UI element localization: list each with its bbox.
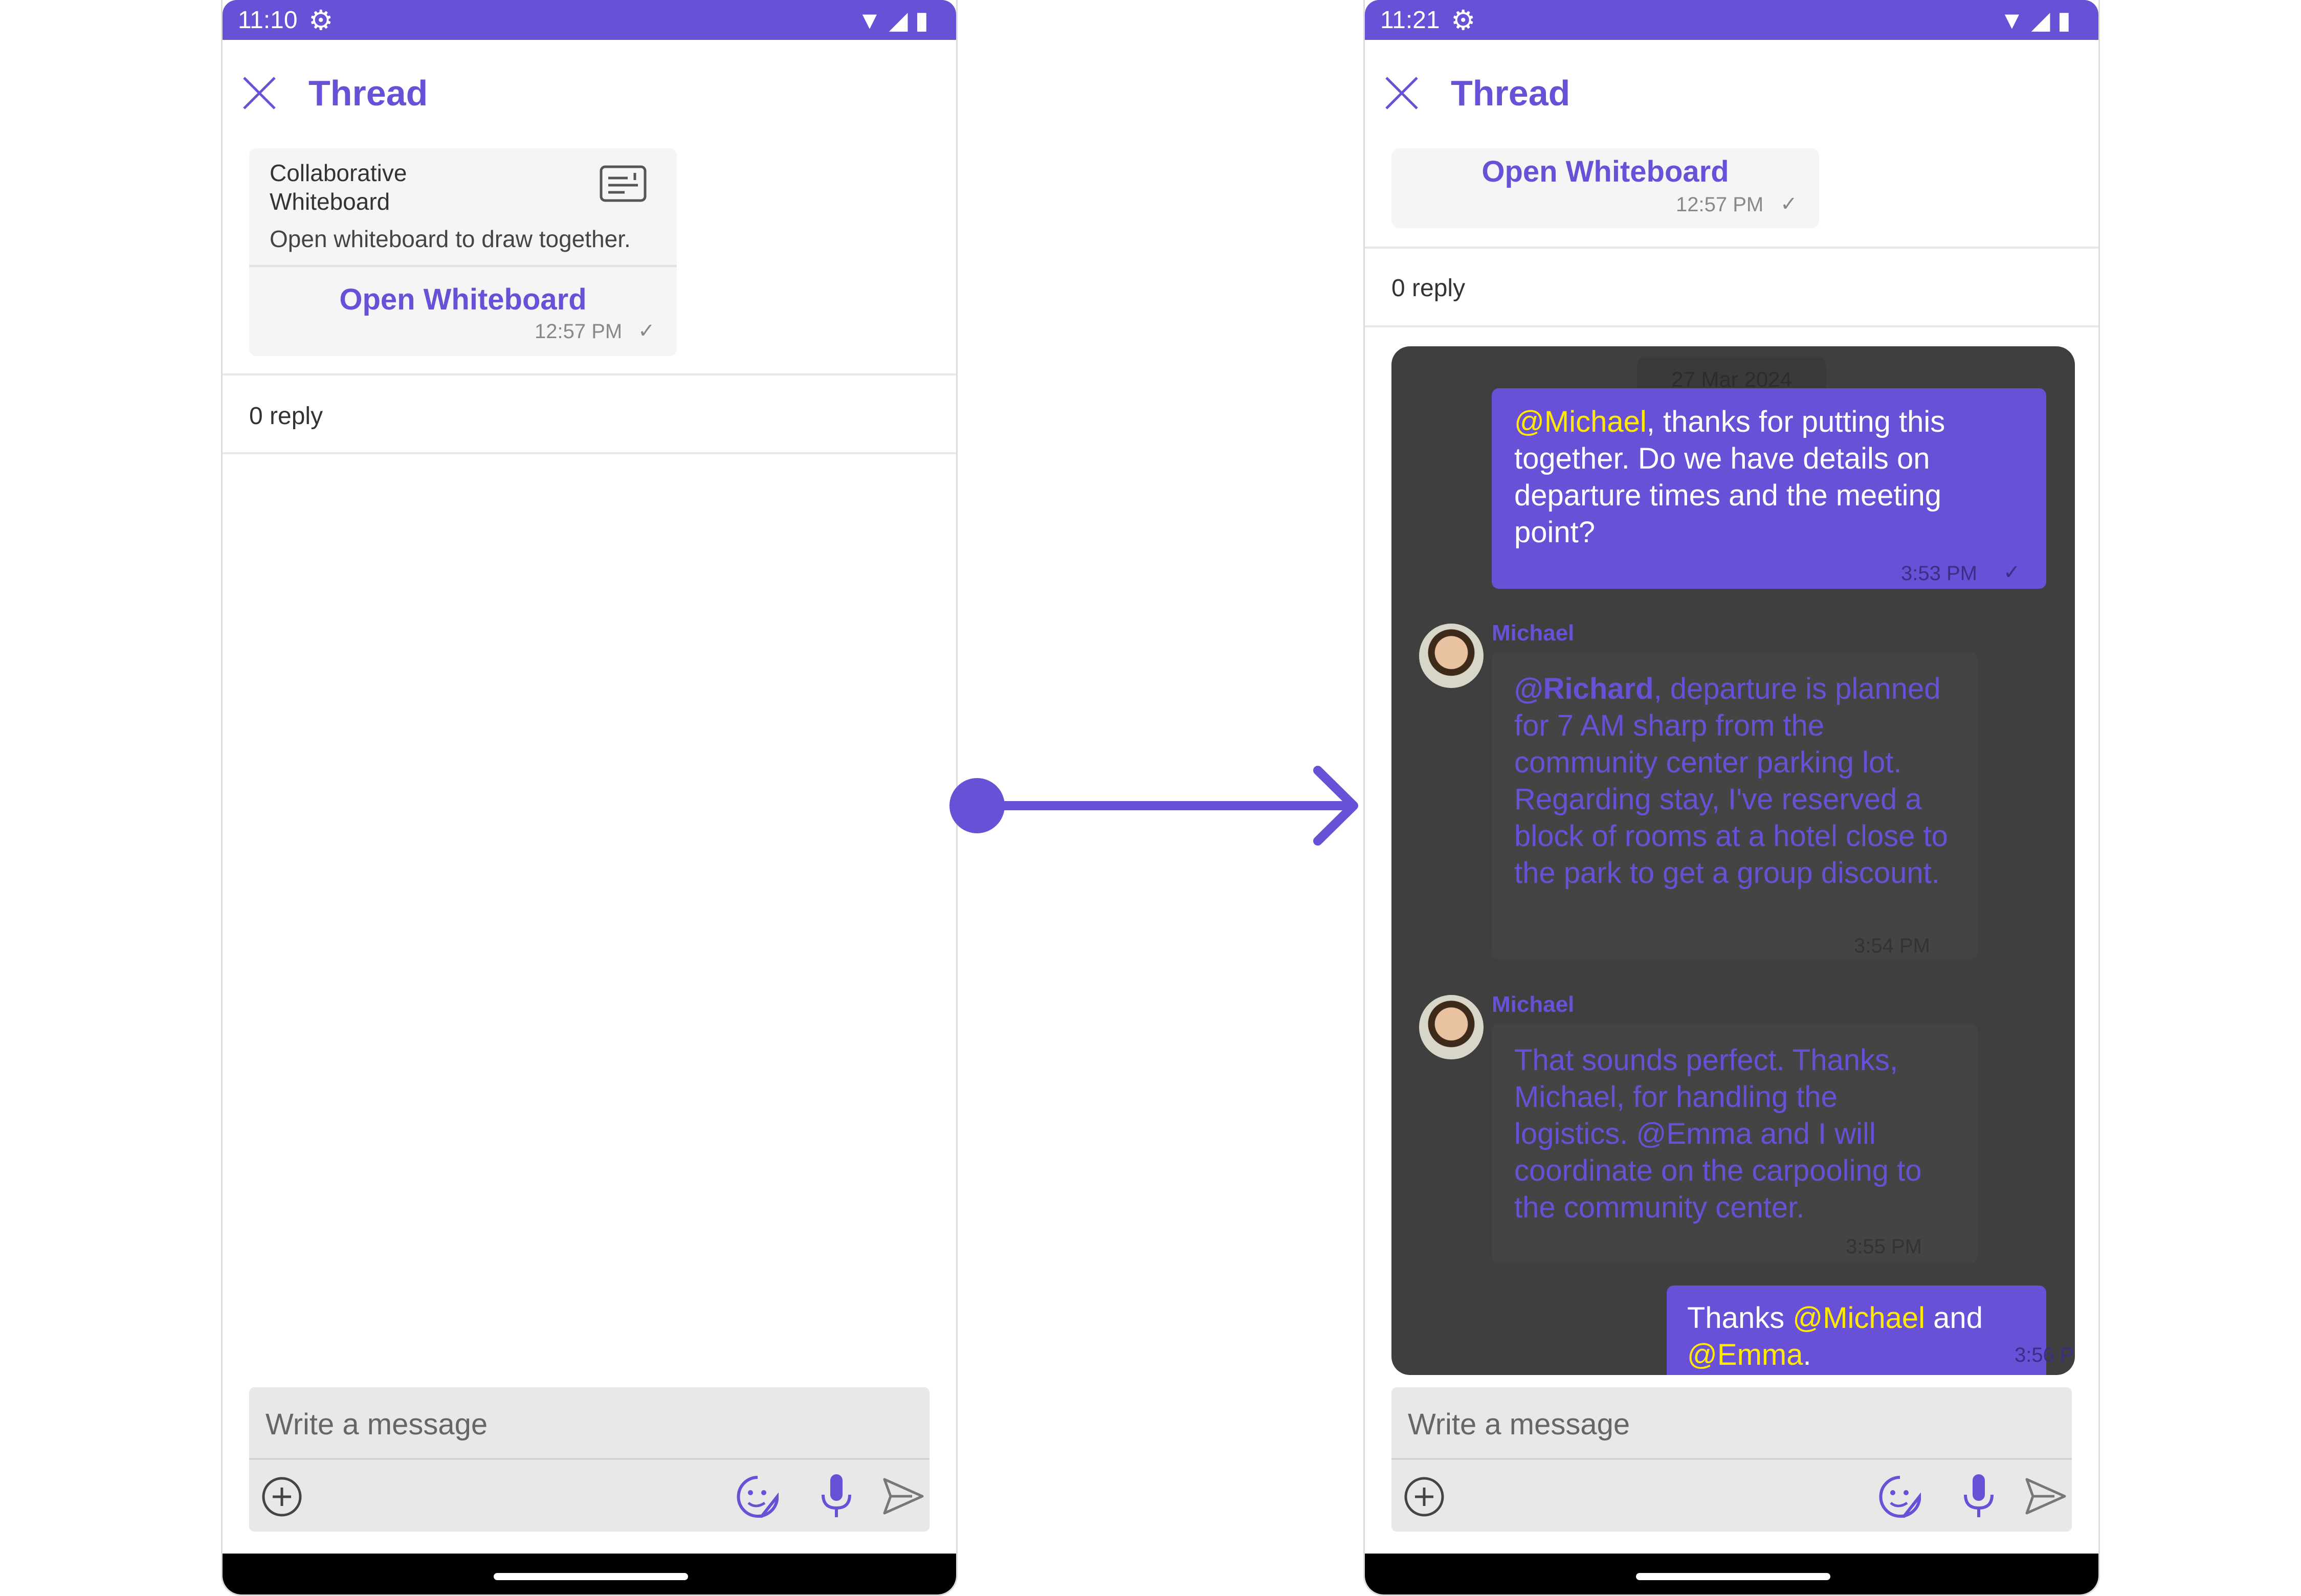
outgoing-message-bubble[interactable]: @Michael, thanks for putting this togeth… <box>1492 388 2046 589</box>
status-icons: ▼◢▮ <box>857 7 936 34</box>
navigation-bar <box>223 1554 956 1594</box>
message-composer <box>249 1387 930 1532</box>
divider <box>1365 247 2098 249</box>
whiteboard-card-header: Collaborative Whiteboard Open whiteboard… <box>249 148 677 267</box>
composer-divider <box>249 1458 930 1460</box>
outgoing-message-bubble[interactable]: Thanks @Michael and @Emma. 3:56 PM ✓ <box>1667 1285 2075 1375</box>
sent-check-icon: ✓ <box>2003 561 2021 584</box>
send-icon[interactable] <box>2024 1474 2068 1518</box>
home-indicator[interactable] <box>494 1573 688 1580</box>
message-time: 3:53 PM <box>1901 562 1977 585</box>
thread-header: Thread <box>223 40 956 142</box>
divider <box>223 452 956 454</box>
sent-check-icon: ✓ <box>638 320 655 342</box>
reply-count: 0 reply <box>249 403 323 430</box>
divider <box>223 373 956 375</box>
gear-icon: ⚙ <box>308 5 334 36</box>
sticker-icon[interactable] <box>1877 1474 1922 1519</box>
composer-divider <box>1391 1458 2072 1460</box>
status-time: 11:10 <box>238 7 298 34</box>
message-time: 3:56 PM <box>2015 1344 2075 1366</box>
message-time: 3:55 PM <box>1846 1235 1922 1258</box>
add-attachment-icon[interactable] <box>1403 1475 1446 1518</box>
thread-header: Thread <box>1365 40 2098 142</box>
status-icons: ▼◢▮ <box>2000 7 2078 34</box>
message-text: and <box>1925 1301 1983 1335</box>
phone-after: 11:21 ⚙ ▼◢▮ Thread Open Whiteboard 12:57… <box>1363 0 2100 1596</box>
add-attachment-icon[interactable] <box>260 1475 303 1518</box>
send-icon[interactable] <box>881 1474 925 1518</box>
message-text: . <box>1803 1338 1811 1371</box>
message-input[interactable] <box>1407 1401 2023 1448</box>
card-title: Collaborative Whiteboard <box>270 160 407 215</box>
sender-name: Michael <box>1492 620 1575 646</box>
parent-message-card: Open Whiteboard 12:57 PM ✓ <box>1391 148 1819 228</box>
avatar[interactable] <box>1419 624 1484 688</box>
message-text: Thanks <box>1687 1301 1793 1335</box>
transition-arrow <box>949 766 1358 846</box>
card-description: Open whiteboard to draw together. <box>270 226 631 252</box>
message-text: That sounds perfect. Thanks, Michael, fo… <box>1514 1044 1922 1224</box>
close-icon[interactable] <box>1383 75 1420 112</box>
status-time: 11:21 <box>1380 7 1440 34</box>
status-bar: 11:21 ⚙ ▼◢▮ <box>1365 0 2098 40</box>
home-indicator[interactable] <box>1636 1573 1830 1580</box>
mention[interactable]: @Richard <box>1514 672 1654 705</box>
message-time: 12:57 PM <box>1676 193 1764 216</box>
message-time: 12:57 PM <box>535 320 623 343</box>
reply-count: 0 reply <box>1391 275 1466 302</box>
message-list: 27 Mar 2024 @Michael, thanks for putting… <box>1391 346 2075 1375</box>
message-composer <box>1391 1387 2072 1532</box>
mention[interactable]: @Emma <box>1687 1338 1803 1371</box>
incoming-message-bubble[interactable]: That sounds perfect. Thanks, Michael, fo… <box>1492 1024 1978 1263</box>
status-bar: 11:10 ⚙ ▼◢▮ <box>223 0 956 40</box>
avatar[interactable] <box>1419 995 1484 1059</box>
phone-before: 11:10 ⚙ ▼◢▮ Thread Collaborative Whitebo… <box>221 0 958 1596</box>
sender-name: Michael <box>1492 992 1575 1017</box>
gear-icon: ⚙ <box>1451 5 1476 36</box>
divider <box>1365 325 2098 327</box>
sent-check-icon: ✓ <box>1780 193 1798 215</box>
message-input[interactable] <box>264 1401 880 1448</box>
mention[interactable]: @Michael <box>1793 1301 1925 1335</box>
whiteboard-icon <box>600 165 647 202</box>
microphone-icon[interactable] <box>1958 1472 1999 1519</box>
open-whiteboard-button[interactable]: Open Whiteboard <box>249 282 677 317</box>
incoming-message-bubble[interactable]: @Richard, departure is planned for 7 AM … <box>1492 652 1978 959</box>
page-title: Thread <box>308 73 428 113</box>
mention[interactable]: @Michael <box>1514 405 1647 438</box>
microphone-icon[interactable] <box>816 1472 857 1519</box>
navigation-bar <box>1365 1554 2098 1594</box>
open-whiteboard-button[interactable]: Open Whiteboard <box>1391 154 1819 189</box>
sticker-icon[interactable] <box>735 1474 780 1519</box>
page-title: Thread <box>1451 73 1570 113</box>
close-icon[interactable] <box>241 75 278 112</box>
message-time: 3:54 PM <box>1854 935 1930 957</box>
parent-message-card: Collaborative Whiteboard Open whiteboard… <box>249 148 677 356</box>
